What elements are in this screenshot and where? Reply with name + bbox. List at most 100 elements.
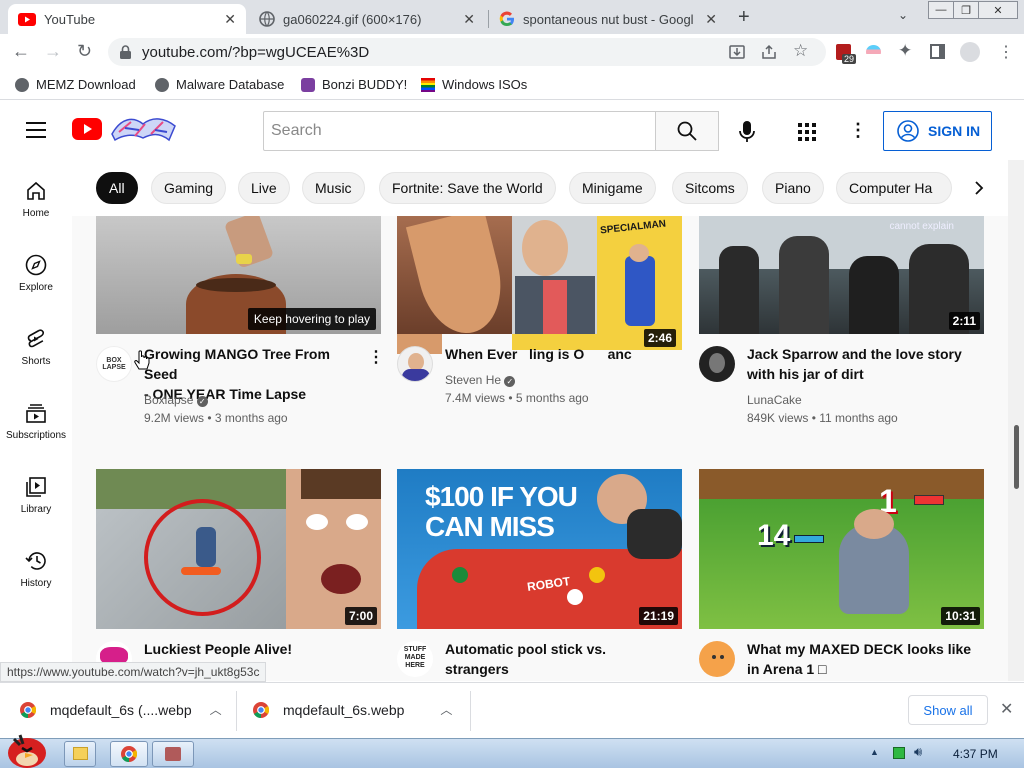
sign-in-label: SIGN IN [928,123,981,139]
chip-all[interactable]: All [96,172,138,204]
channel-avatar[interactable] [397,346,433,382]
taskbar-chrome-button[interactable] [110,741,148,767]
bookmark-windows-isos[interactable]: Windows ISOs [421,77,527,92]
video-thumbnail[interactable]: cannot explain 2:11 [699,216,984,334]
title-line: in Arena 1 □ [747,661,827,677]
page-scrollbar[interactable] [1008,160,1024,681]
close-shelf-icon[interactable]: ✕ [1000,699,1013,719]
start-button-angry-bird-icon[interactable] [4,731,50,769]
microphone-icon[interactable] [739,121,755,143]
tab-gif[interactable]: ga060224.gif (600×176) ✕ [249,4,485,34]
reload-icon[interactable]: ↻ [77,41,92,62]
close-tab-icon[interactable]: ✕ [705,11,717,28]
extension-badge: 29 [842,54,857,64]
chip-fortnite[interactable]: Fortnite: Save the World [379,172,556,204]
download-item[interactable]: mqdefault_6s.webp ︿ [253,701,452,718]
video-thumbnail[interactable]: 1 14 10:31 [699,469,984,629]
video-thumbnail[interactable]: Keep hovering to play [96,216,381,334]
extension-flag-icon[interactable] [866,45,881,59]
sidebar-item-library[interactable]: Library [0,476,72,515]
search-input[interactable]: Search [263,111,656,151]
scrollbar-thumb[interactable] [1014,425,1019,489]
chrome-menu-icon[interactable]: ⋮ [998,42,1014,62]
doodle-logo-icon[interactable] [109,114,179,144]
chevron-up-icon[interactable]: ︿ [440,701,452,718]
figure-shape [719,246,759,334]
video-title[interactable]: What my MAXED DECK looks like in Arena 1 … [747,639,977,679]
video-title[interactable]: Jack Sparrow and the love story with his … [747,344,977,384]
channel-avatar[interactable]: STUFF MADE HERE [397,641,433,677]
sidebar-item-history[interactable]: History [0,550,72,589]
restore-button[interactable]: ❐ [953,1,979,19]
knight-head-shape [854,509,894,539]
sidebar-item-shorts[interactable]: Shorts [0,328,72,367]
side-panel-icon[interactable] [930,44,945,59]
chip-piano[interactable]: Piano [762,172,824,204]
clock[interactable]: 4:37 PM [953,747,998,761]
back-arrow-icon[interactable]: ← [12,41,30,62]
chevron-up-icon[interactable]: ︿ [210,701,222,718]
video-thumbnail[interactable]: 7:00 [96,469,381,629]
show-all-downloads-button[interactable]: Show all [908,695,988,725]
channel-avatar[interactable] [699,641,735,677]
sidebar-item-explore[interactable]: Explore [0,254,72,293]
close-tab-icon[interactable]: ✕ [224,11,236,28]
sidebar-item-subscriptions[interactable]: Subscriptions [0,402,72,441]
lock-icon[interactable] [120,45,131,59]
chip-sitcoms[interactable]: Sitcoms [672,172,748,204]
address-bar[interactable]: youtube.com/?bp=wgUCEAE%3D ☆ [108,38,826,66]
youtube-logo[interactable] [72,118,102,145]
channel-name[interactable]: Steven He ✓ [445,371,516,389]
bookmark-star-icon[interactable]: ☆ [793,41,808,61]
extensions-puzzle-icon[interactable]: ✦ [898,41,912,61]
library-icon [26,477,46,497]
tab-google[interactable]: spontaneous nut bust - Googl ✕ [489,4,727,34]
chevron-right-icon[interactable] [974,181,984,195]
bookmark-memz[interactable]: MEMZ Download [15,77,136,92]
taskbar-explorer-button[interactable] [64,741,96,767]
volume-icon[interactable]: 🔊︎ [914,744,922,760]
channel-name[interactable]: Boxlapse ✓ [144,391,208,409]
taskbar-app-button[interactable] [152,741,194,767]
video-title[interactable]: When Ever ling is O anc [445,344,665,364]
new-tab-button[interactable]: + [738,6,750,29]
status-url-text: https://www.youtube.com/watch?v=jh_ukt8g… [7,665,260,679]
chip-live[interactable]: Live [238,172,290,204]
browser-toolbar: ← → ↻ youtube.com/?bp=wgUCEAE%3D ☆ 29 ✦ … [0,34,1024,70]
chip-computer-hardware[interactable]: Computer Ha [836,172,952,204]
chip-music[interactable]: Music [302,172,365,204]
settings-kebab-icon[interactable]: ⋮ [849,120,867,141]
video-menu-kebab-icon[interactable]: ⋮ [368,347,384,367]
chip-label: Fortnite: Save the World [392,180,543,196]
tab-search-chevron-icon[interactable]: ⌄ [898,8,908,22]
share-icon[interactable] [761,44,777,60]
video-title[interactable]: Luckiest People Alive! [144,639,364,659]
video-thumbnail[interactable]: SPECIALMAN [397,216,682,334]
tray-network-icon[interactable] [893,747,905,759]
close-window-button[interactable]: ✕ [978,1,1018,19]
channel-name[interactable]: LunaCake [747,391,802,409]
sidebar-item-home[interactable]: Home [0,180,72,219]
minimize-button[interactable]: — [928,1,954,19]
video-title[interactable]: Automatic pool stick vs. strangers [445,639,665,679]
profile-avatar-icon[interactable] [960,42,980,62]
chip-minigame[interactable]: Minigame [569,172,656,204]
url-text: youtube.com/?bp=wgUCEAE%3D [142,43,370,61]
bookmark-malware-database[interactable]: Malware Database [155,77,284,92]
search-button[interactable] [655,111,719,151]
close-tab-icon[interactable]: ✕ [463,11,475,28]
channel-avatar[interactable] [699,346,735,382]
bookmark-bonzi[interactable]: Bonzi BUDDY! [301,77,407,92]
chip-gaming[interactable]: Gaming [151,172,227,204]
tab-youtube[interactable]: YouTube ✕ [8,4,246,34]
sign-in-button[interactable]: SIGN IN [883,111,992,151]
channel-avatar[interactable]: BOX LAPSE [96,346,132,382]
download-item[interactable]: mqdefault_6s (....webp ︿ [20,701,222,718]
forward-arrow-icon[interactable]: → [44,41,62,62]
tray-expand-icon[interactable]: ▲ [870,747,879,757]
channel-label: LunaCake [747,393,802,407]
video-thumbnail[interactable]: $100 IF YOU CAN MISS ROBOT 21:19 [397,469,682,629]
apps-grid-icon[interactable] [798,123,816,141]
install-app-icon[interactable] [729,44,745,60]
hamburger-menu-icon[interactable] [26,122,46,138]
